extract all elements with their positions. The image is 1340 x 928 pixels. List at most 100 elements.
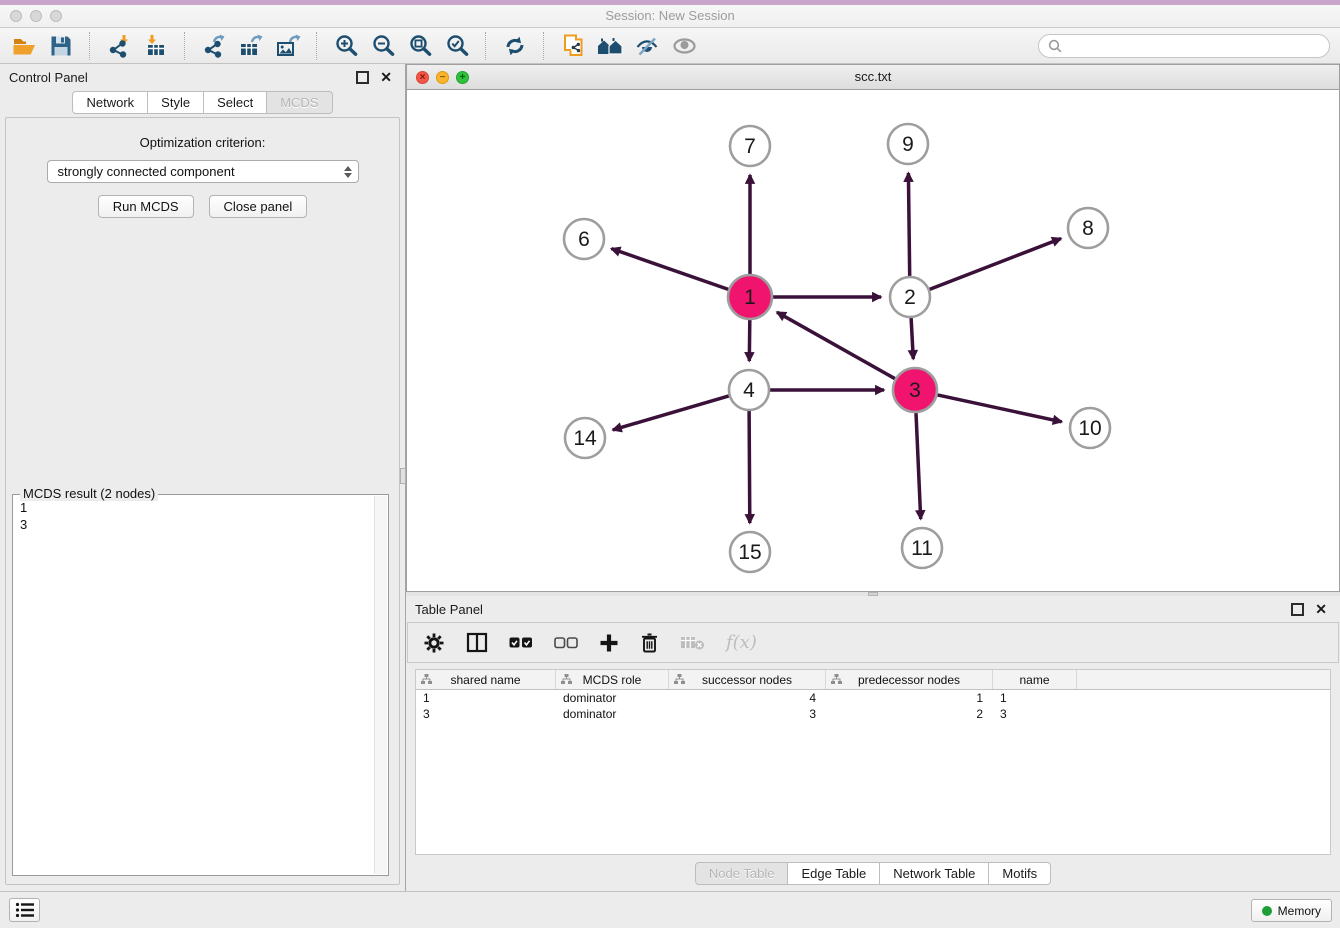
graph-edge[interactable] xyxy=(930,239,1061,290)
float-panel-icon[interactable] xyxy=(356,71,369,84)
export-image-button[interactable] xyxy=(274,32,302,60)
column-header[interactable]: MCDS role xyxy=(556,670,669,689)
search-field[interactable] xyxy=(1038,34,1330,58)
graph-edge[interactable] xyxy=(911,318,913,359)
close-network-button[interactable]: × xyxy=(416,71,429,84)
export-table-button[interactable] xyxy=(237,32,265,60)
close-table-panel-icon[interactable]: ✕ xyxy=(1315,602,1327,616)
network-window-titlebar[interactable]: × − + scc.txt xyxy=(406,64,1340,90)
zoom-in-button[interactable] xyxy=(332,32,360,60)
graph-edge[interactable] xyxy=(613,396,729,430)
show-columns-button[interactable] xyxy=(466,632,488,653)
table-cell[interactable]: 1 xyxy=(826,690,993,706)
tab-network[interactable]: Network xyxy=(72,91,148,114)
table-cell[interactable]: 3 xyxy=(669,706,826,722)
delete-column-button[interactable] xyxy=(640,632,659,653)
hide-selected-button[interactable] xyxy=(633,32,661,60)
table-settings-button[interactable] xyxy=(423,632,445,654)
table-row[interactable]: 1dominator411 xyxy=(416,690,1330,706)
tab-select[interactable]: Select xyxy=(204,91,267,114)
table-cell[interactable]: dominator xyxy=(556,706,669,722)
zoom-network-button[interactable]: + xyxy=(456,71,469,84)
graph-node[interactable]: 14 xyxy=(565,418,605,458)
splitter-grip[interactable] xyxy=(868,592,878,596)
network-canvas[interactable]: 1 2 3 4 6 7 8 9 10 11 14 15 xyxy=(406,90,1340,592)
tab-network-table[interactable]: Network Table xyxy=(880,862,989,885)
column-header[interactable]: shared name xyxy=(416,670,556,689)
select-all-rows-button[interactable] xyxy=(509,637,533,649)
table-cell[interactable]: 4 xyxy=(669,690,826,706)
task-history-button[interactable] xyxy=(9,898,40,922)
criterion-select[interactable]: strongly connected component xyxy=(47,160,359,183)
criterion-selected-value: strongly connected component xyxy=(58,164,344,179)
graph-edge[interactable] xyxy=(908,173,909,276)
search-input[interactable] xyxy=(1068,37,1320,54)
create-column-button[interactable] xyxy=(599,633,619,653)
tab-node-table[interactable]: Node Table xyxy=(695,862,789,885)
copy-network-button[interactable] xyxy=(559,32,587,60)
zoom-out-button[interactable] xyxy=(369,32,397,60)
graph-node[interactable]: 7 xyxy=(730,126,770,166)
zoom-selected-button[interactable] xyxy=(443,32,471,60)
graph-edge[interactable] xyxy=(611,249,728,290)
node-table[interactable]: shared nameMCDS rolesuccessor nodesprede… xyxy=(415,669,1331,855)
toolbar-separator xyxy=(316,32,318,60)
run-mcds-button[interactable]: Run MCDS xyxy=(98,195,194,218)
graph-edge[interactable] xyxy=(916,413,921,519)
graph-node[interactable]: 15 xyxy=(730,532,770,572)
graph-node[interactable]: 1 xyxy=(728,275,772,319)
zoom-fit-button[interactable] xyxy=(406,32,434,60)
function-builder-button[interactable]: f(x) xyxy=(726,632,757,653)
column-header-label: name xyxy=(1019,673,1049,687)
open-session-button[interactable] xyxy=(10,32,38,60)
tab-edge-table[interactable]: Edge Table xyxy=(788,862,880,885)
show-all-button[interactable] xyxy=(670,32,698,60)
float-table-panel-icon[interactable] xyxy=(1291,603,1304,616)
graph-node[interactable]: 6 xyxy=(564,219,604,259)
graph-edge[interactable] xyxy=(749,320,750,361)
graph-node[interactable]: 11 xyxy=(902,528,942,568)
save-session-button[interactable] xyxy=(47,32,75,60)
table-row[interactable]: 3dominator323 xyxy=(416,706,1330,722)
table-cell[interactable]: 3 xyxy=(993,706,1077,722)
graph-node[interactable]: 10 xyxy=(1070,408,1110,448)
table-cell[interactable]: 1 xyxy=(416,690,556,706)
export-network-button[interactable] xyxy=(200,32,228,60)
graph-edge[interactable] xyxy=(749,411,750,523)
result-scrollbar[interactable] xyxy=(374,496,387,874)
column-header[interactable]: name xyxy=(993,670,1077,689)
tab-motifs[interactable]: Motifs xyxy=(989,862,1051,885)
table-panel-title: Table Panel xyxy=(415,602,483,617)
minimize-network-button[interactable]: − xyxy=(436,71,449,84)
graph-node[interactable]: 8 xyxy=(1068,208,1108,248)
tab-style[interactable]: Style xyxy=(148,91,204,114)
column-header[interactable]: predecessor nodes xyxy=(826,670,993,689)
graph-node[interactable]: 4 xyxy=(729,370,769,410)
graph-node[interactable]: 2 xyxy=(890,277,930,317)
delete-table-button[interactable] xyxy=(680,635,705,651)
graph-edge[interactable] xyxy=(938,395,1062,422)
deselect-all-rows-button[interactable] xyxy=(554,637,578,649)
table-cell[interactable]: 3 xyxy=(416,706,556,722)
graph-node[interactable]: 9 xyxy=(888,124,928,164)
table-cell[interactable]: 1 xyxy=(993,690,1077,706)
close-panel-button[interactable]: Close panel xyxy=(209,195,308,218)
tab-mcds[interactable]: MCDS xyxy=(267,91,332,114)
table-cell[interactable]: dominator xyxy=(556,690,669,706)
task-list-icon xyxy=(15,902,35,918)
graph-edge[interactable] xyxy=(777,312,895,379)
table-cell[interactable]: 2 xyxy=(826,706,993,722)
memory-button[interactable]: Memory xyxy=(1251,899,1332,922)
home-view-button[interactable] xyxy=(596,32,624,60)
table-tabs: Node Table Edge Table Network Table Moti… xyxy=(406,855,1340,891)
panel-splitter-grip[interactable] xyxy=(400,468,406,484)
delete-table-icon xyxy=(680,635,705,651)
graph-node[interactable]: 3 xyxy=(893,368,937,412)
network-graph[interactable]: 1 2 3 4 6 7 8 9 10 11 14 15 xyxy=(407,90,1339,591)
horizontal-splitter[interactable] xyxy=(406,592,1340,596)
close-panel-icon[interactable]: ✕ xyxy=(380,70,392,84)
import-network-button[interactable] xyxy=(105,32,133,60)
refresh-layout-button[interactable] xyxy=(501,32,529,60)
import-table-button[interactable] xyxy=(142,32,170,60)
column-header[interactable]: successor nodes xyxy=(669,670,826,689)
